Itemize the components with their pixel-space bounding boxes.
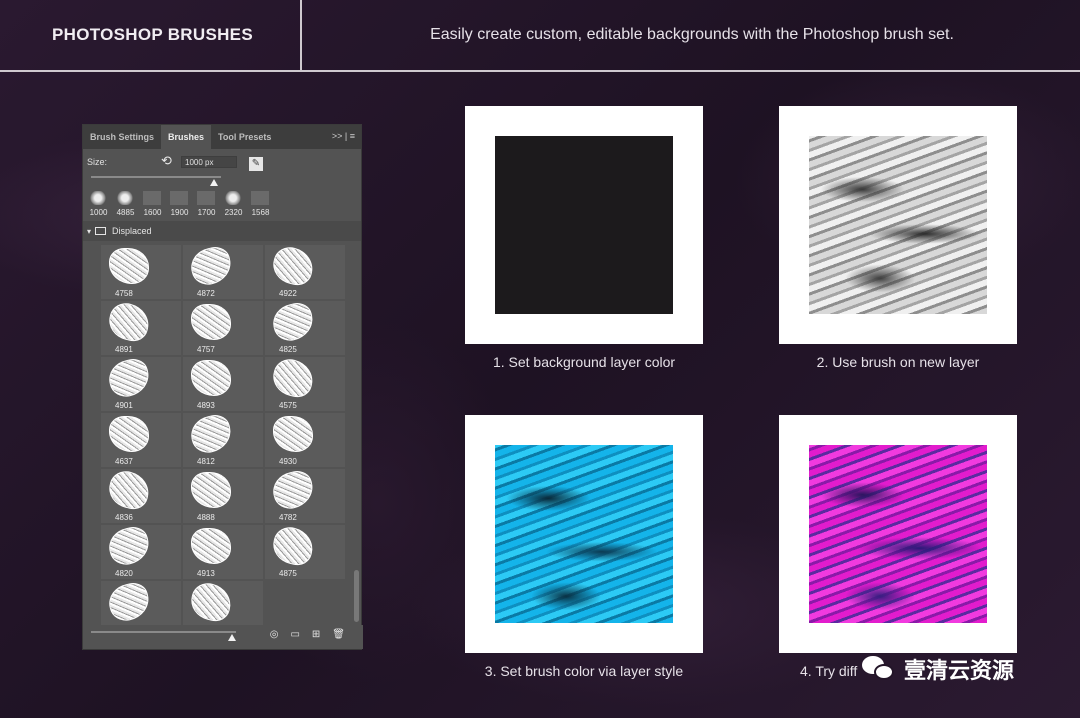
size-row: Size: ⟲ 1000 px ✎ (83, 149, 361, 189)
brush-tile[interactable]: 4637 (101, 413, 181, 467)
watermark: 壹清云资源 (862, 652, 1014, 686)
tab-tool-presets[interactable]: Tool Presets (211, 125, 278, 149)
panel-tabs: Brush Settings Brushes Tool Presets >> |… (83, 125, 361, 149)
panel-scrollbar[interactable] (354, 570, 359, 622)
size-slider[interactable] (91, 176, 221, 178)
brush-tile[interactable]: 4875 (265, 523, 345, 579)
brush-tile[interactable]: 4836 (101, 467, 181, 523)
step-1-frame (465, 106, 703, 344)
step-4-frame (779, 415, 1017, 653)
panel-menu-icon[interactable]: >> | ≡ (332, 131, 355, 141)
brush-tile[interactable]: 4922 (265, 243, 345, 299)
step-3-frame (465, 415, 703, 653)
step-1-caption: 1. Set background layer color (492, 354, 676, 370)
recent-brush[interactable]: 2320 (220, 189, 247, 217)
tab-brush-settings[interactable]: Brush Settings (83, 125, 161, 149)
tab-brushes[interactable]: Brushes (161, 125, 212, 149)
brush-tile[interactable]: 4575 (265, 355, 345, 411)
toggle-preview-icon[interactable]: ◎ (270, 629, 279, 640)
size-label: Size: (87, 157, 108, 167)
brush-tile[interactable]: 4782 (265, 468, 345, 523)
step-2-caption: 2. Use brush on new layer (816, 354, 980, 370)
page-tagline: Easily create custom, editable backgroun… (430, 26, 954, 43)
recent-brush[interactable]: 4885 (112, 189, 139, 217)
brush-tile[interactable]: 4888 (183, 469, 263, 523)
page-title: PHOTOSHOP BRUSHES (0, 0, 302, 70)
new-group-icon[interactable]: ▭ (290, 629, 299, 640)
brush-tile[interactable]: 4757 (183, 301, 263, 355)
brush-tile[interactable]: 4872 (183, 244, 263, 299)
step-4-swatch (809, 445, 987, 623)
recent-brush[interactable]: 1700 (193, 189, 220, 217)
panel-actions: ◎ ▭ ⊞ 🗑 (270, 629, 345, 640)
recent-brush[interactable]: 1568 (247, 189, 274, 217)
preview-size-thumb[interactable] (228, 634, 236, 641)
recent-brush[interactable]: 1600 (139, 189, 166, 217)
step-2-frame (779, 106, 1017, 344)
brush-tile[interactable]: 4812 (183, 412, 263, 467)
chevron-down-icon: ▾ (87, 226, 92, 236)
brush-tile[interactable]: 4913 (183, 525, 263, 579)
size-slider-thumb[interactable] (210, 179, 218, 186)
brush-tile[interactable]: 4825 (265, 300, 345, 355)
brush-folder[interactable]: ▾ Displaced (83, 221, 361, 241)
step-2-swatch (809, 136, 987, 314)
brush-tile[interactable]: 4893 (183, 357, 263, 411)
brush-settings-icon[interactable]: ✎ (249, 157, 263, 171)
reset-icon[interactable]: ⟲ (161, 153, 172, 169)
recent-brush[interactable]: 1900 (166, 189, 193, 217)
recent-brush[interactable]: 1000 (85, 189, 112, 217)
folder-label: Displaced (112, 226, 152, 236)
step-3-caption: 3. Set brush color via layer style (484, 663, 684, 679)
brush-tile[interactable]: 4930 (265, 413, 345, 467)
size-input[interactable]: 1000 px (181, 156, 237, 168)
watermark-text: 壹清云资源 (904, 659, 1015, 684)
preview-size-slider[interactable] (91, 631, 236, 633)
brush-tile[interactable]: 4758 (101, 245, 181, 299)
wechat-logo-icon (862, 654, 896, 684)
step-3-swatch (495, 445, 673, 623)
header-bar: PHOTOSHOP BRUSHES Easily create custom, … (0, 0, 1080, 72)
panel-bottom-bar: ◎ ▭ ⊞ 🗑 (83, 625, 363, 649)
brush-tile[interactable]: 4891 (101, 299, 181, 355)
step-1-swatch (495, 136, 673, 314)
brushes-panel: Brush Settings Brushes Tool Presets >> |… (82, 124, 363, 650)
recent-brushes: 1000 4885 1600 1900 1700 2320 1568 (83, 189, 361, 219)
brush-grid: 4758 4872 4922 4891 4757 4825 4901 4893 … (101, 243, 345, 635)
brush-tile[interactable]: 4901 (101, 356, 181, 411)
trash-icon[interactable]: 🗑 (332, 629, 345, 640)
brush-tile[interactable]: 4820 (101, 524, 181, 579)
new-brush-icon[interactable]: ⊞ (312, 629, 320, 640)
folder-icon (95, 227, 107, 235)
